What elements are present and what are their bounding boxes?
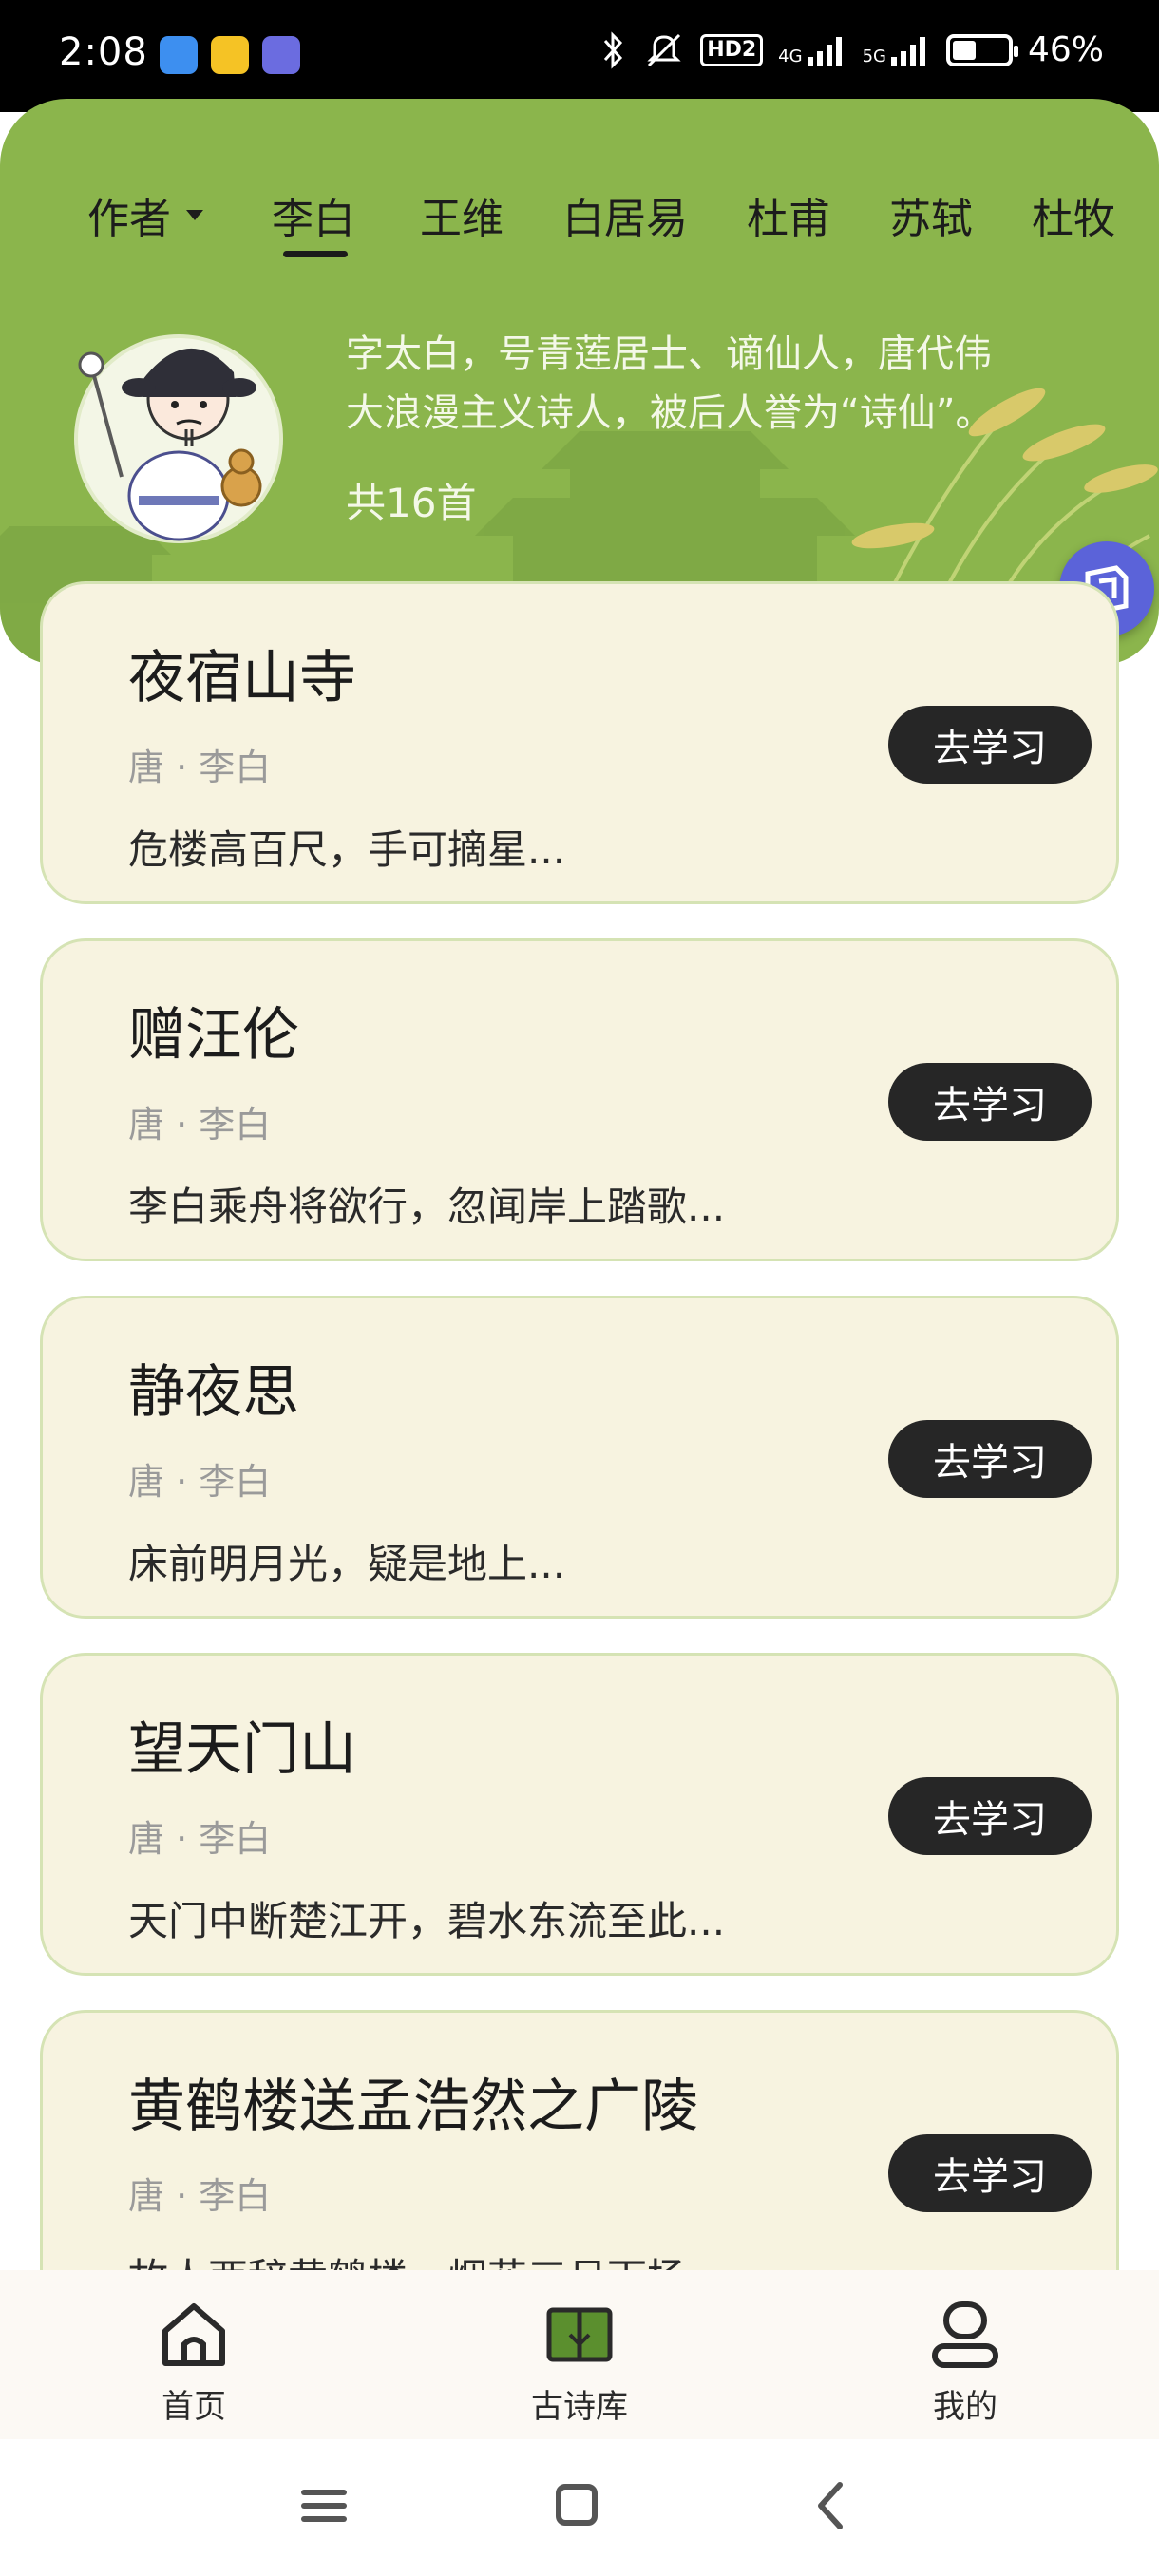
poem-meta: 唐 · 李白 — [128, 2175, 272, 2217]
signal-5g: 5G — [863, 34, 931, 66]
poem-excerpt: 床前明月光，疑是地上... — [128, 1541, 566, 1587]
go-learn-button[interactable]: 去学习 — [888, 706, 1092, 784]
poem-title: 夜宿山寺 — [128, 645, 356, 711]
poem-title: 静夜思 — [128, 1359, 299, 1426]
caret-down-icon — [186, 209, 203, 220]
poem-card[interactable]: 夜宿山寺 唐 · 李白 危楼高百尺，手可摘星... 去学习 — [40, 581, 1119, 904]
hd-badge: HD2 — [700, 33, 764, 66]
square-icon[interactable] — [543, 2477, 610, 2534]
home-icon — [162, 2303, 225, 2366]
poem-meta: 唐 · 李白 — [128, 1104, 272, 1146]
profile-icon — [932, 2301, 998, 2368]
mute-icon — [647, 33, 681, 66]
notification-app-icon-3 — [262, 36, 300, 74]
system-navigation-bar — [0, 2439, 1159, 2576]
poem-title: 黄鹤楼送孟浩然之广陵 — [128, 2074, 698, 2140]
nav-mine[interactable]: 我的 — [861, 2297, 1070, 2427]
go-learn-button[interactable]: 去学习 — [888, 1420, 1092, 1498]
author-intro: 字太白，号青莲居士、谪仙人，唐代伟 大浪漫主义诗人，被后人誉为“诗仙”。 — [346, 332, 994, 435]
poem-meta: 唐 · 李白 — [128, 1818, 272, 1860]
signal-icon — [807, 36, 842, 66]
author-tabs: 作者 李白 王维 白居易 杜甫 苏轼 杜牧 — [0, 184, 1159, 279]
tab-baijuyi[interactable]: 白居易 — [562, 184, 688, 245]
go-learn-button[interactable]: 去学习 — [888, 1777, 1092, 1855]
nav-home[interactable]: 首页 — [89, 2297, 298, 2427]
book-icon — [546, 2307, 613, 2362]
author-avatar — [74, 334, 283, 543]
tab-wangwei[interactable]: 王维 — [420, 184, 504, 245]
status-indicators: HD2 4G 5G 46% — [599, 30, 1104, 69]
poem-meta: 唐 · 李白 — [128, 1461, 272, 1503]
signal-icon — [890, 36, 925, 66]
battery-icon — [945, 33, 1018, 66]
status-bar: 2:08 HD2 4G 5G 46% — [0, 0, 1159, 112]
tab-dufu[interactable]: 杜甫 — [747, 184, 830, 245]
poem-card[interactable]: 赠汪伦 唐 · 李白 李白乘舟将欲行，忽闻岸上踏歌... 去学习 — [40, 938, 1119, 1261]
status-time: 2:08 — [59, 30, 148, 74]
poem-title: 赠汪伦 — [128, 1002, 299, 1069]
poem-title: 望天门山 — [128, 1716, 356, 1783]
selected-tab-indicator — [283, 251, 348, 257]
poem-excerpt: 天门中断楚江开，碧水东流至此... — [128, 1898, 726, 1944]
author-header: 作者 李白 王维 白居易 杜甫 苏轼 杜牧 字太白，号青莲居士、谪仙人，唐代伟 … — [0, 99, 1159, 665]
notification-app-icon-2 — [211, 36, 249, 74]
poem-excerpt: 李白乘舟将欲行，忽闻岸上踏歌... — [128, 1184, 726, 1230]
poem-count: 共16首 — [346, 480, 477, 526]
poem-excerpt: 危楼高百尺，手可摘星... — [128, 826, 566, 873]
bottom-navigation: 首页 古诗库 我的 — [0, 2270, 1159, 2439]
go-learn-button[interactable]: 去学习 — [888, 1063, 1092, 1141]
tab-sushi[interactable]: 苏轼 — [889, 184, 973, 245]
notification-app-icon-1 — [160, 36, 198, 74]
poem-card[interactable]: 静夜思 唐 · 李白 床前明月光，疑是地上... 去学习 — [40, 1296, 1119, 1619]
poem-card[interactable]: 望天门山 唐 · 李白 天门中断楚江开，碧水东流至此... 去学习 — [40, 1653, 1119, 1976]
signal-4g: 4G — [778, 34, 846, 66]
poem-meta: 唐 · 李白 — [128, 747, 272, 788]
menu-icon[interactable] — [291, 2477, 357, 2534]
tab-libai[interactable]: 李白 — [272, 184, 355, 245]
go-learn-button[interactable]: 去学习 — [888, 2134, 1092, 2212]
tab-dumu[interactable]: 杜牧 — [1032, 184, 1115, 245]
battery-percent: 46% — [1027, 30, 1104, 69]
bluetooth-icon — [604, 30, 623, 69]
back-icon[interactable] — [798, 2477, 864, 2534]
tab-author-dropdown[interactable]: 作者 — [87, 184, 203, 245]
nav-library[interactable]: 古诗库 — [475, 2297, 684, 2427]
